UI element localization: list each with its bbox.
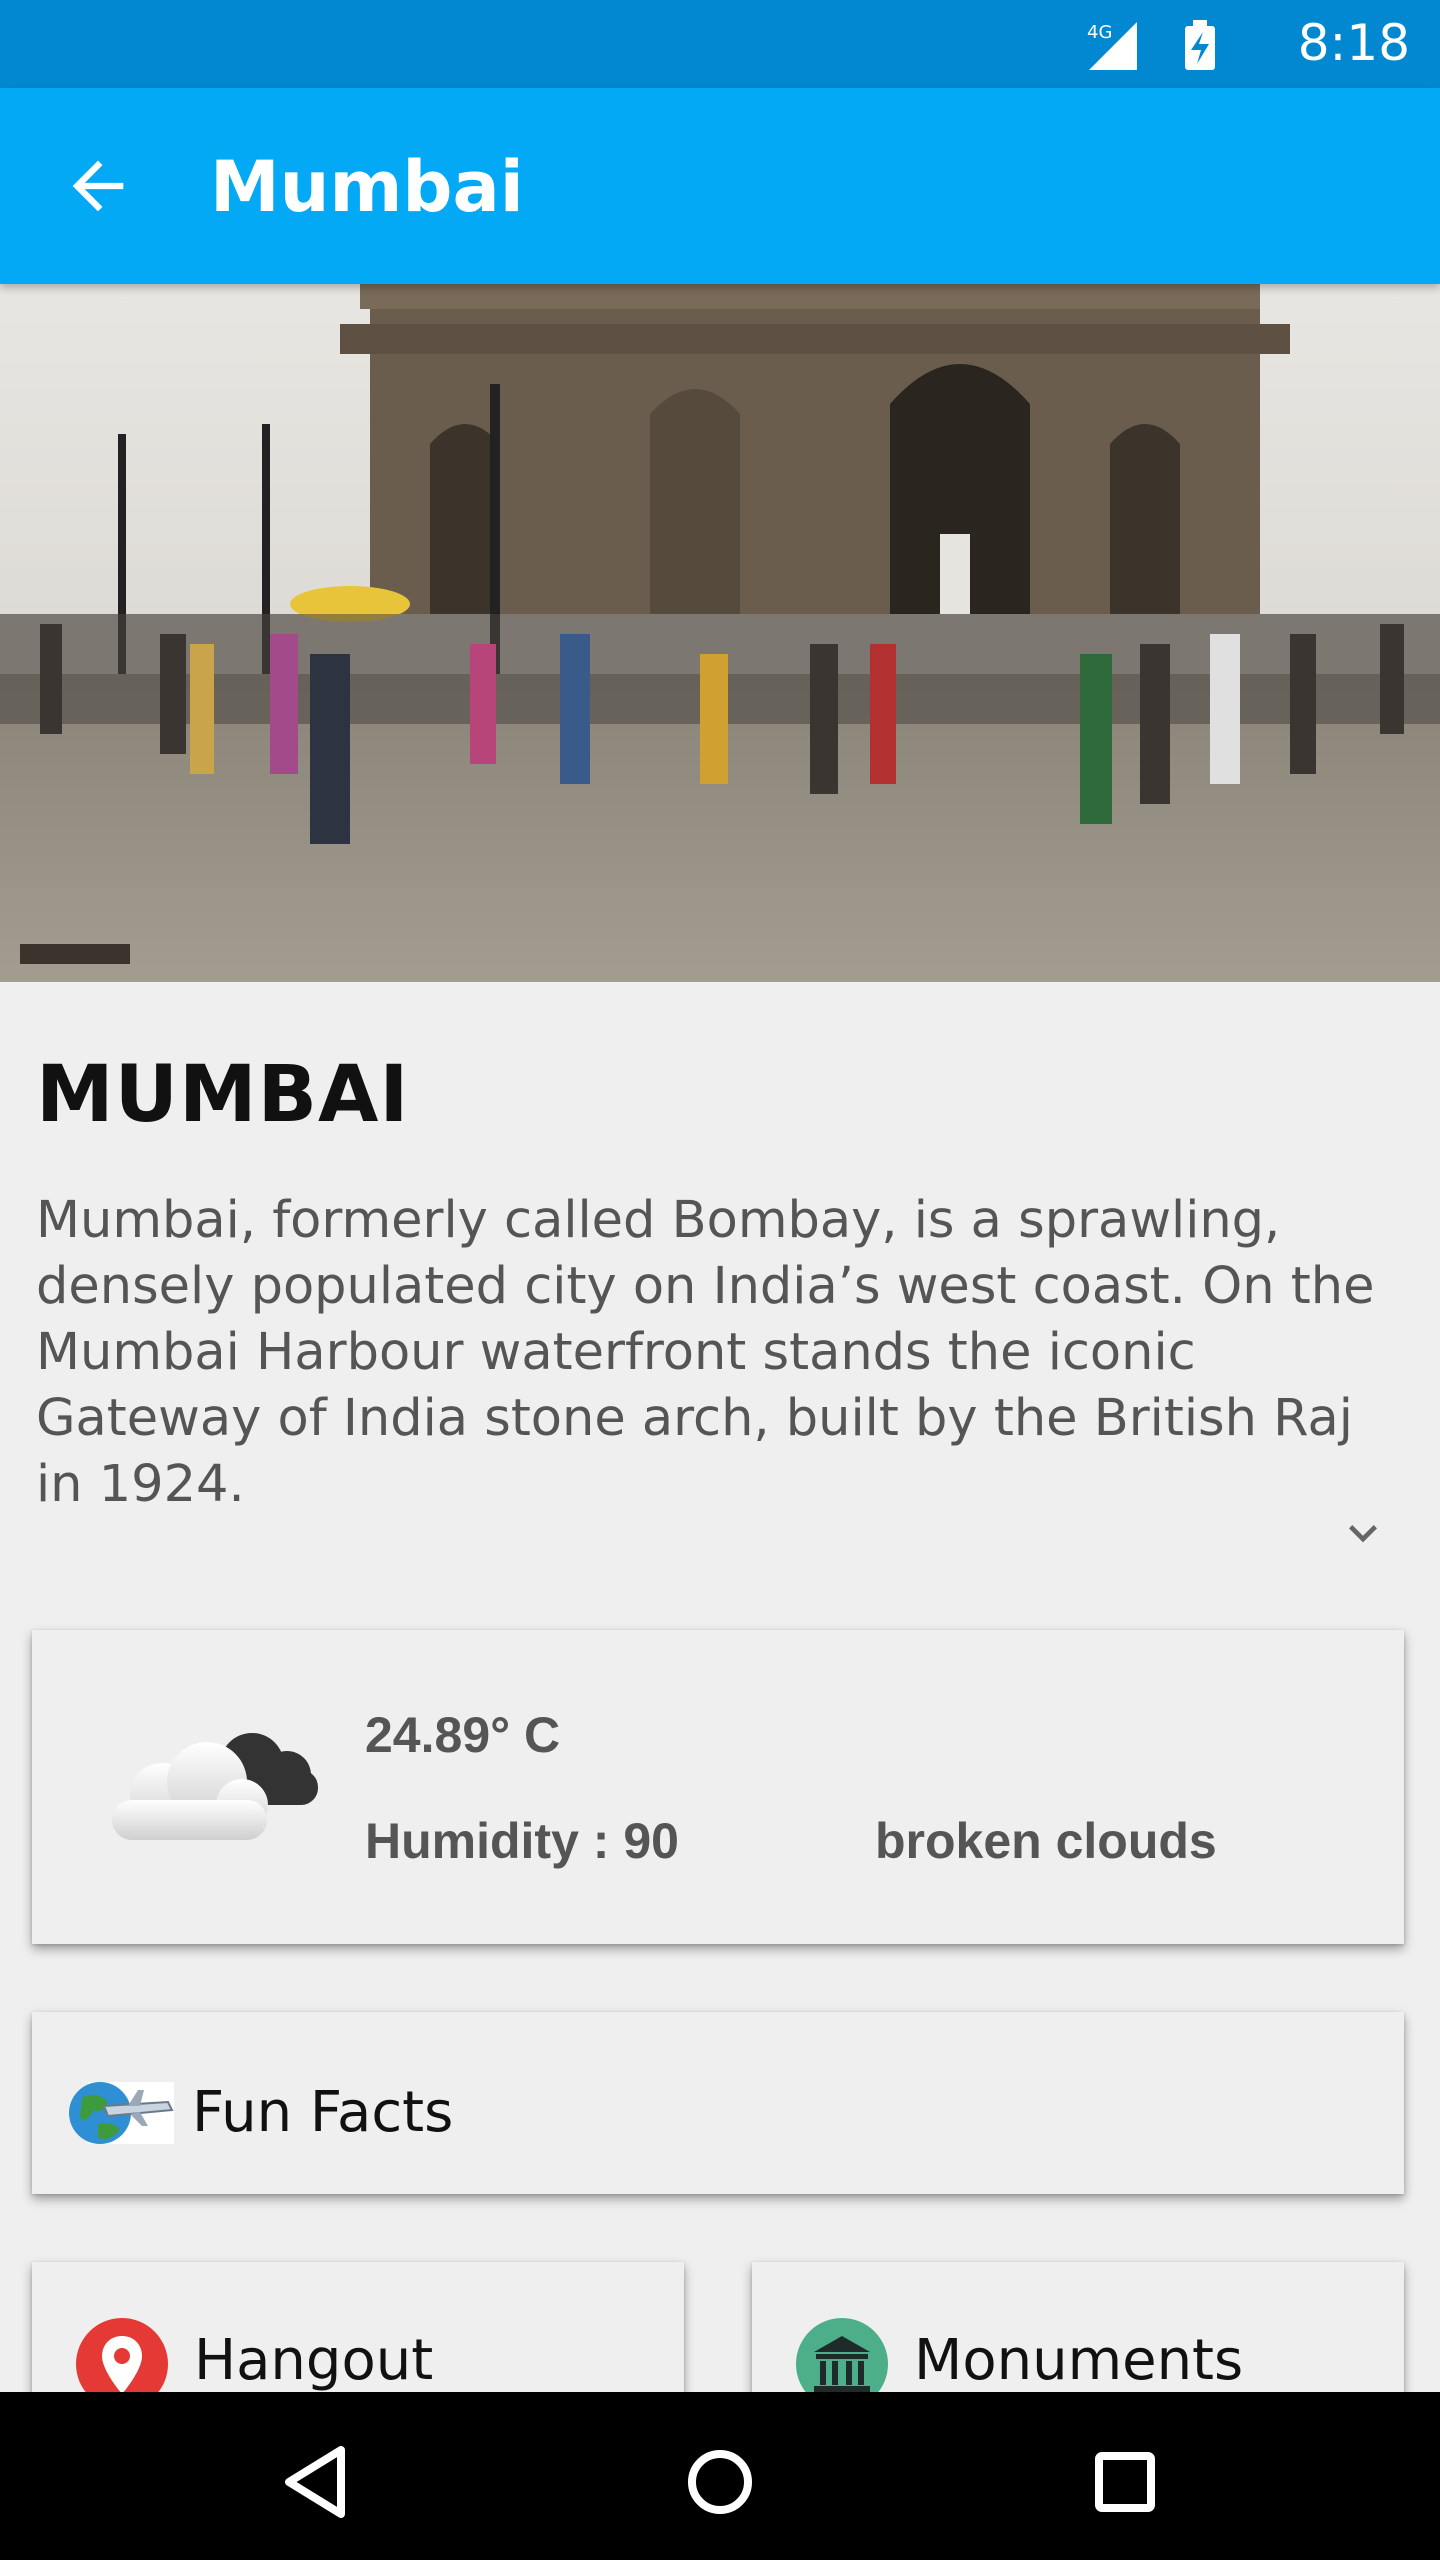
temperature: 24.89° C [365,1707,561,1763]
humidity: Humidity : 90 [365,1813,679,1869]
cloud-icon [112,1733,318,1840]
monuments-label: Monuments [914,2328,1244,2393]
status-icons: 4G [1087,20,1215,70]
back-arrow-icon[interactable] [60,148,136,224]
status-time: 8:18 [1297,14,1410,72]
globe-plane-icon [69,2082,174,2144]
hangout-label: Hangout [194,2328,434,2393]
fun-facts-card[interactable]: Fun Facts [32,2012,1404,2194]
city-heading: MUMBAI [36,1050,410,1140]
hero-image [0,284,1440,982]
recents-nav-icon[interactable] [1075,2432,1175,2532]
fun-facts-label: Fun Facts [192,2080,454,2145]
status-bar: 4G 8:18 [0,0,1440,88]
city-description: Mumbai, formerly called Bombay, is a spr… [36,1191,1375,1514]
weather-card: 24.89° C Humidity : 90 broken clouds [32,1630,1404,1944]
home-nav-icon[interactable] [670,2432,770,2532]
network-type-label: 4G [1087,22,1112,43]
back-nav-icon[interactable] [265,2432,365,2532]
chevron-down-icon[interactable] [1335,1505,1391,1561]
weather-condition: broken clouds [875,1813,1217,1869]
navigation-bar [0,2392,1440,2560]
app-bar-title: Mumbai [210,146,524,228]
app-bar: Mumbai [0,88,1440,284]
